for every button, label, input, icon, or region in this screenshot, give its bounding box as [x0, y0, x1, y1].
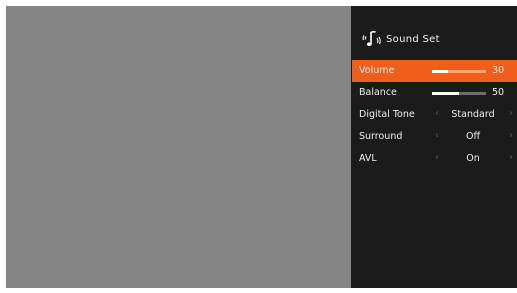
panel-header: Sound Set [362, 28, 440, 50]
menu-item-digital-tone[interactable]: Digital Tone ‹ Standard › [352, 104, 517, 126]
video-preview-area [6, 6, 351, 288]
balance-value: 50 [492, 87, 505, 98]
surround-value: Off [465, 131, 481, 142]
tv-screen: Sound Set Volume 30 Balance 50 Digital T… [6, 6, 517, 288]
chevron-left-icon[interactable]: ‹ [435, 152, 439, 163]
menu-item-surround[interactable]: Surround ‹ Off › [352, 126, 517, 148]
sound-settings-panel: Sound Set Volume 30 Balance 50 Digital T… [352, 6, 517, 288]
chevron-left-icon[interactable]: ‹ [435, 108, 439, 119]
digital-tone-label: Digital Tone [359, 109, 415, 120]
panel-title: Sound Set [386, 33, 440, 45]
chevron-right-icon[interactable]: › [509, 108, 513, 119]
menu-item-balance[interactable]: Balance 50 [352, 82, 517, 104]
balance-label: Balance [359, 87, 397, 98]
menu-item-volume[interactable]: Volume 30 [352, 60, 517, 82]
volume-label: Volume [359, 65, 395, 76]
menu-item-avl[interactable]: AVL ‹ On › [352, 148, 517, 170]
avl-label: AVL [359, 153, 377, 164]
balance-slider[interactable] [432, 92, 486, 95]
chevron-left-icon[interactable]: ‹ [435, 130, 439, 141]
avl-value: On [466, 153, 480, 164]
balance-slider-fill [432, 92, 459, 95]
volume-slider-fill [432, 70, 449, 73]
volume-value: 30 [492, 65, 505, 76]
volume-slider[interactable] [432, 70, 486, 73]
sound-icon [362, 30, 381, 46]
chevron-right-icon[interactable]: › [509, 130, 513, 141]
chevron-right-icon[interactable]: › [509, 152, 513, 163]
surround-label: Surround [359, 131, 403, 142]
digital-tone-value: Standard [451, 109, 495, 120]
